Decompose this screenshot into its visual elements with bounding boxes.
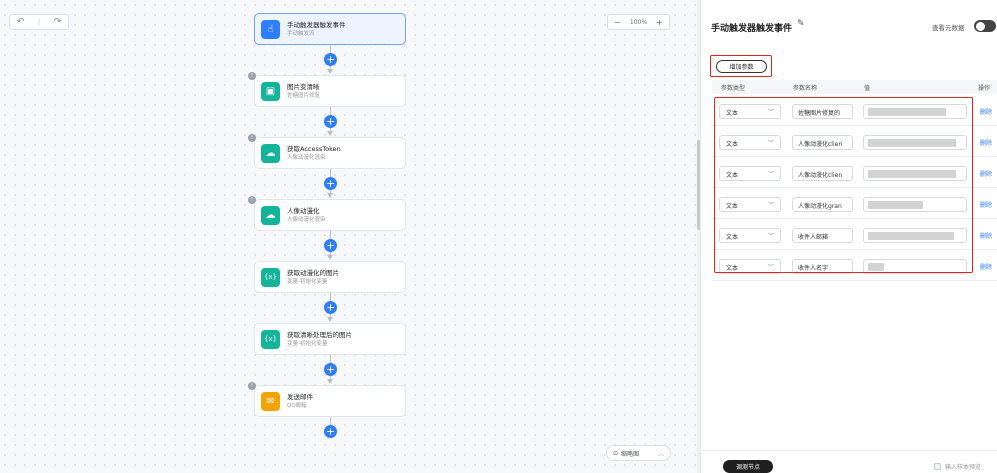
- chevron-up-icon: ︿: [657, 450, 664, 458]
- debug-node-button[interactable]: 调测节点: [723, 460, 773, 473]
- warning-icon: !: [248, 134, 256, 142]
- node-title: 手动触发器触发事件: [287, 20, 346, 29]
- cloud-icon: ☁: [261, 205, 280, 225]
- arrow-down-icon: [327, 255, 333, 260]
- node-text: 发送邮件 QQ邮箱: [287, 393, 313, 410]
- add-node-button[interactable]: +: [324, 177, 337, 190]
- zoom-control: − 100% +: [607, 14, 670, 30]
- flow-node[interactable]: ▣ 图片变清晰 佐糖图片修复: [254, 75, 406, 107]
- add-param-button[interactable]: 增加参数: [716, 60, 767, 73]
- node-title: 获取动漫化的图片: [287, 268, 339, 277]
- arrow-down-icon: [327, 379, 333, 384]
- arrow-down-icon: [327, 131, 333, 136]
- node-config-panel: 手动触发器触发事件 ✎ 查看元数据 增加参数 参数类型 参数名称 值 操作 文本…: [700, 0, 997, 473]
- add-node-button[interactable]: +: [324, 239, 337, 252]
- highlight-box-params: [714, 97, 973, 273]
- variable-icon: {x}: [261, 329, 280, 349]
- sample-preview-label: 输入样本预览: [945, 464, 982, 471]
- param-table-header: 参数类型 参数名称 值 操作: [712, 80, 997, 94]
- node-text: 获取AccessToken 人像动漫化混染: [287, 145, 341, 162]
- mail-icon: ✉: [261, 391, 280, 411]
- add-node-button[interactable]: +: [324, 425, 337, 438]
- node-text: 图片变清晰 佐糖图片修复: [287, 83, 320, 100]
- node-text: 获取动漫化的图片 变量-初始化变量: [287, 269, 339, 286]
- delete-link[interactable]: 删除: [980, 138, 992, 147]
- arrow-down-icon: [327, 69, 333, 74]
- node-text: 人像动漫化 人像动漫化混染: [287, 207, 326, 224]
- delete-link[interactable]: 删除: [980, 262, 992, 271]
- flow-node[interactable]: {x} 获取动漫化的图片 变量-初始化变量: [254, 261, 406, 293]
- node-title: 发送邮件: [287, 392, 313, 401]
- node-subtitle: 人像动漫化混染: [287, 216, 326, 223]
- hand-pointer-icon: ☝: [261, 19, 280, 39]
- flow-canvas[interactable]: ↶ | ↷ − 100% + ☝ 手动触发器触发事件 手动触发流 + ▣ 图片变清晰 佐糖图…: [0, 0, 697, 473]
- minimap-toggle[interactable]: ⊙ 缩略图 ︿: [606, 445, 671, 461]
- node-title: 人像动漫化: [287, 206, 320, 215]
- node-title: 图片变清晰: [287, 82, 320, 91]
- flow-node[interactable]: ☝ 手动触发器触发事件 手动触发流: [254, 13, 406, 45]
- warning-icon: !: [248, 382, 256, 390]
- delete-link[interactable]: 删除: [980, 169, 992, 178]
- col-action: 操作: [978, 85, 991, 92]
- undo-redo-bar: ↶ | ↷: [9, 14, 69, 30]
- toolbar-separator: |: [37, 18, 41, 26]
- zoom-in-button[interactable]: +: [656, 18, 663, 27]
- node-title: 获取清晰处理后的图片: [287, 330, 352, 339]
- cloud-icon: ☁: [261, 143, 280, 163]
- delete-link[interactable]: 删除: [980, 200, 992, 209]
- node-subtitle: 人像动漫化混染: [287, 154, 326, 161]
- sample-preview-checkbox[interactable]: [934, 463, 941, 470]
- flow-node[interactable]: {x} 获取清晰处理后的图片 变量-初始化变量: [254, 323, 406, 355]
- panel-footer: 调测节点 输入样本预览: [701, 450, 997, 473]
- flow-node[interactable]: ☁ 人像动漫化 人像动漫化混染: [254, 199, 406, 231]
- undo-icon[interactable]: ↶: [17, 17, 25, 27]
- view-metadata-label: 查看元数据: [932, 24, 965, 32]
- node-text: 获取清晰处理后的图片 变量-初始化变量: [287, 331, 352, 348]
- location-icon: ⊙: [613, 449, 619, 457]
- flow-node[interactable]: ✉ 发送邮件 QQ邮箱: [254, 385, 406, 417]
- node-subtitle: QQ邮箱: [287, 402, 307, 409]
- node-subtitle: 变量-初始化变量: [287, 278, 328, 285]
- add-node-button[interactable]: +: [324, 115, 337, 128]
- node-text: 手动触发器触发事件 手动触发流: [287, 21, 346, 38]
- col-type: 参数类型: [721, 85, 746, 92]
- add-node-button[interactable]: +: [324, 301, 337, 314]
- node-subtitle: 变量-初始化变量: [287, 340, 328, 347]
- col-name: 参数名称: [793, 85, 818, 92]
- zoom-level: 100%: [629, 18, 648, 26]
- arrow-down-icon: [327, 317, 333, 322]
- delete-link[interactable]: 删除: [980, 231, 992, 240]
- flow-node[interactable]: ☁ 获取AccessToken 人像动漫化混染: [254, 137, 406, 169]
- image-enhance-icon: ▣: [261, 81, 280, 101]
- node-title: 获取AccessToken: [287, 144, 341, 153]
- redo-icon[interactable]: ↷: [54, 17, 62, 27]
- arrow-down-icon: [327, 193, 333, 198]
- minimap-label: 缩略图: [621, 450, 640, 458]
- add-node-button[interactable]: +: [324, 53, 337, 66]
- warning-icon: !: [248, 72, 256, 80]
- node-subtitle: 佐糖图片修复: [287, 92, 321, 99]
- variable-icon: {x}: [261, 267, 280, 287]
- edit-pencil-icon[interactable]: ✎: [797, 19, 805, 29]
- panel-title: 手动触发器触发事件: [711, 24, 793, 34]
- zoom-out-button[interactable]: −: [614, 18, 621, 27]
- view-metadata-toggle[interactable]: [974, 20, 996, 32]
- col-value: 值: [864, 85, 871, 92]
- node-subtitle: 手动触发流: [287, 30, 315, 37]
- warning-icon: !: [248, 196, 256, 204]
- delete-link[interactable]: 删除: [980, 107, 992, 116]
- add-node-button[interactable]: +: [324, 363, 337, 376]
